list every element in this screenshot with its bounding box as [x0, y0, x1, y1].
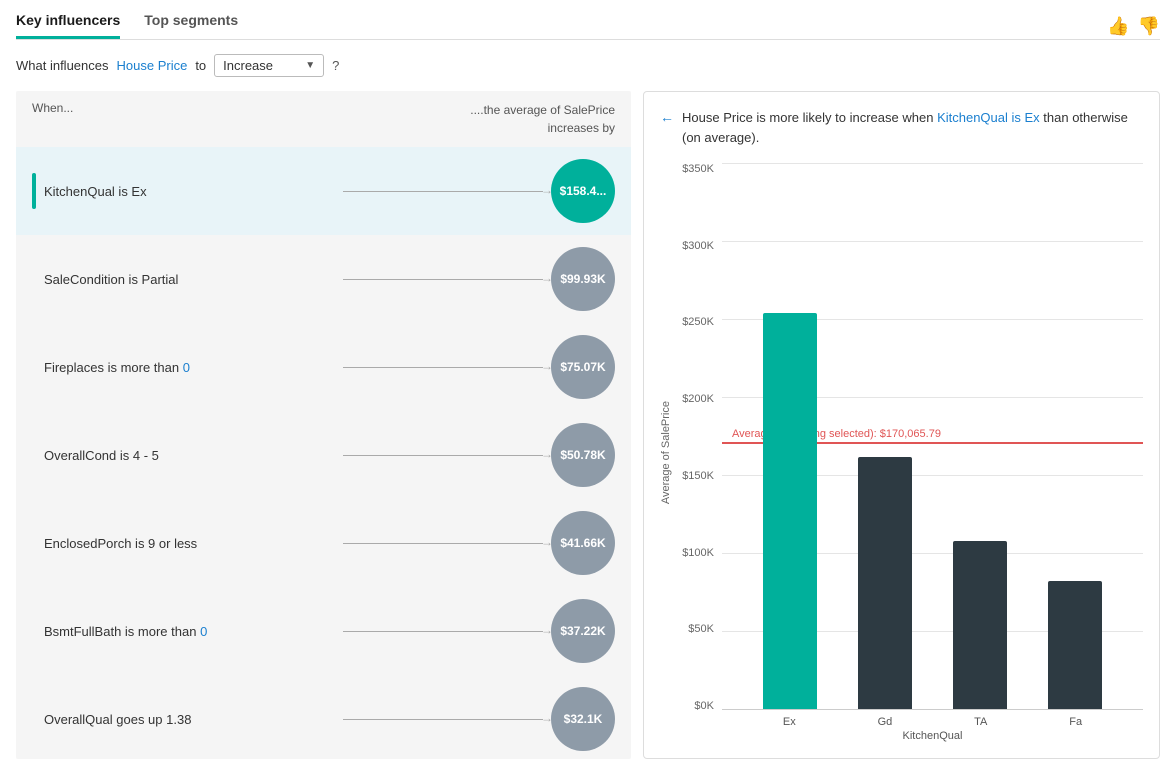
influencer-label-bsmtfullbath: BsmtFullBath is more than 0	[44, 624, 335, 639]
x-label-ex: Ex	[783, 716, 796, 728]
influencer-item-overallcond[interactable]: OverallCond is 4 - 5 $50.78K	[16, 411, 631, 499]
question-highlight: House Price	[117, 58, 188, 73]
y-tick-300k: $300K	[682, 240, 714, 252]
thumbs-down-icon[interactable]: 👎	[1138, 16, 1160, 37]
influencer-item-overallqual[interactable]: OverallQual goes up 1.38 $32.1K	[16, 675, 631, 759]
help-icon[interactable]: ?	[332, 58, 339, 73]
bar-gd[interactable]	[858, 457, 912, 709]
question-middle: to	[195, 58, 206, 73]
influencer-item-enclosedporch[interactable]: EnclosedPorch is 9 or less $41.66K	[16, 499, 631, 587]
question-row: What influences House Price to Increase …	[16, 54, 1160, 77]
influencer-line-enclosedporch	[343, 543, 543, 544]
influencer-bubble-enclosedporch: $41.66K	[551, 511, 615, 575]
influencer-bubble-overallcond: $50.78K	[551, 423, 615, 487]
influencer-bubble-fireplaces: $75.07K	[551, 335, 615, 399]
influencer-line-salecondition	[343, 279, 543, 280]
y-tick-350k: $350K	[682, 163, 714, 175]
bar-ta[interactable]	[953, 541, 1007, 709]
bar-group-fa	[1048, 581, 1102, 709]
chart-grid-bars: Average (excluding selected): $170,065.7…	[722, 163, 1143, 710]
influencer-label-fireplaces: Fireplaces is more than 0	[44, 360, 335, 375]
influencer-bubble-bsmtfullbath: $37.22K	[551, 599, 615, 663]
influencer-bubble-overallqual: $32.1K	[551, 687, 615, 751]
y-tick-250k: $250K	[682, 316, 714, 328]
influencer-bubble-kitchenqual: $158.4...	[551, 159, 615, 223]
x-label-fa: Fa	[1069, 716, 1082, 728]
chart-body: Average of SalePrice $350K $300K $250K $…	[660, 163, 1143, 742]
x-label-ta: TA	[974, 716, 987, 728]
right-panel: ← House Price is more likely to increase…	[643, 91, 1160, 759]
panel-header: When... ....the average of SalePrice inc…	[16, 101, 631, 147]
back-arrow-icon[interactable]: ←	[660, 109, 674, 125]
bar-group-ex	[763, 313, 817, 709]
chart-header: ← House Price is more likely to increase…	[660, 108, 1143, 147]
bar-ex[interactable]	[763, 313, 817, 709]
left-panel: When... ....the average of SalePrice inc…	[16, 91, 631, 759]
chart-main: Average (excluding selected): $170,065.7…	[722, 163, 1143, 742]
chart-area: Average of SalePrice $350K $300K $250K $…	[660, 163, 1143, 742]
influencer-item-bsmtfullbath[interactable]: BsmtFullBath is more than 0 $37.22K	[16, 587, 631, 675]
selected-indicator	[32, 173, 36, 209]
bars-container	[722, 163, 1143, 709]
tab-top-segments[interactable]: Top segments	[144, 12, 238, 39]
y-axis-label: Average of SalePrice	[660, 401, 672, 504]
influencer-line-kitchenqual	[343, 191, 543, 192]
influencer-label-overallcond: OverallCond is 4 - 5	[44, 448, 335, 463]
x-axis: Ex Gd TA Fa	[722, 710, 1143, 728]
y-axis-label-container: Average of SalePrice	[660, 163, 676, 742]
header-icons: 👍 👎	[1107, 16, 1160, 37]
influencer-line-bsmtfullbath	[343, 631, 543, 632]
influencer-line-fireplaces	[343, 367, 543, 368]
bar-group-gd	[858, 457, 912, 709]
tabs-row: Key influencers Top segments 👍 👎	[16, 12, 1160, 40]
influencer-item-fireplaces[interactable]: Fireplaces is more than 0 $75.07K	[16, 323, 631, 411]
influencer-bubble-salecondition: $99.93K	[551, 247, 615, 311]
panel-header-left: When...	[32, 101, 73, 137]
influencer-item-salecondition[interactable]: SaleCondition is Partial $99.93K	[16, 235, 631, 323]
dropdown-arrow-icon: ▼	[305, 60, 315, 71]
x-label-gd: Gd	[878, 716, 893, 728]
thumbs-up-icon[interactable]: 👍	[1107, 16, 1129, 37]
influencer-label-kitchenqual: KitchenQual is Ex	[44, 184, 335, 199]
main-content: When... ....the average of SalePrice inc…	[16, 91, 1160, 759]
bar-group-ta	[953, 541, 1007, 709]
y-tick-50k: $50K	[688, 623, 714, 635]
y-tick-200k: $200K	[682, 393, 714, 405]
tab-key-influencers[interactable]: Key influencers	[16, 12, 120, 39]
y-axis: $350K $300K $250K $200K $150K $100K $50K…	[676, 163, 722, 742]
panel-header-right: ....the average of SalePrice increases b…	[470, 101, 615, 137]
influencer-label-overallqual: OverallQual goes up 1.38	[44, 712, 335, 727]
influencer-line-overallcond	[343, 455, 543, 456]
y-tick-150k: $150K	[682, 470, 714, 482]
chart-title: House Price is more likely to increase w…	[682, 108, 1143, 147]
influencer-line-overallqual	[343, 719, 543, 720]
y-tick-0k: $0K	[694, 700, 714, 712]
x-axis-title: KitchenQual	[722, 730, 1143, 742]
dropdown-value: Increase	[223, 58, 273, 73]
question-prefix: What influences	[16, 58, 109, 73]
bar-fa[interactable]	[1048, 581, 1102, 709]
influencer-label-enclosedporch: EnclosedPorch is 9 or less	[44, 536, 335, 551]
influencer-item-kitchenqual[interactable]: KitchenQual is Ex $158.4...	[16, 147, 631, 235]
y-tick-100k: $100K	[682, 547, 714, 559]
influencer-label-salecondition: SaleCondition is Partial	[44, 272, 335, 287]
influence-dropdown[interactable]: Increase ▼	[214, 54, 324, 77]
